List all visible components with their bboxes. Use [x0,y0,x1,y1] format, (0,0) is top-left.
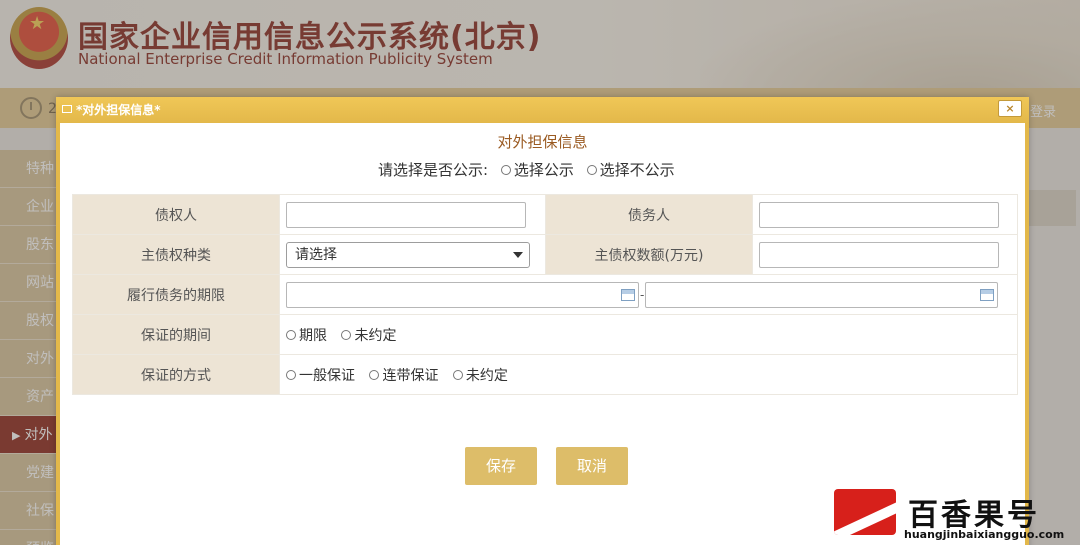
claim-type-label: 主债权种类 [72,234,280,275]
form-heading: 对外担保信息 [497,133,588,151]
term-end-date-input[interactable] [645,281,999,308]
publish-prompt: 请选择是否公示: [378,161,489,179]
guarantee-method-label: 保证的方式 [72,354,280,395]
publish-choice-row: 请选择是否公示: 选择公示 选择不公示 [378,159,675,180]
dialog-title: *对外担保信息* [76,103,161,117]
watermark-url: huangjinbaixiangguo.com [904,528,1065,541]
period-unspecified-option[interactable]: 未约定 [341,328,396,344]
watermark-logo-icon [834,489,896,535]
calendar-icon[interactable] [621,288,635,301]
debtor-label: 债务人 [545,194,753,235]
method-general-option[interactable]: 一般保证 [286,368,355,384]
creditor-input[interactable] [286,201,526,228]
guarantee-dialog: *对外担保信息* × 对外担保信息 请选择是否公示: 选择公示 选择不公示 债权… [56,97,1029,545]
term-start-date-input[interactable] [286,281,639,308]
term-label: 履行债务的期限 [72,274,280,315]
close-button[interactable]: × [998,100,1022,117]
dialog-titlebar[interactable]: *对外担保信息* × [56,97,1029,123]
radio-button[interactable] [452,369,463,380]
period-term-option[interactable]: 期限 [286,328,327,344]
debtor-input[interactable] [759,201,999,228]
no-publish-option[interactable]: 选择不公示 [586,161,675,179]
claim-amount-label: 主债权数额(万元) [545,234,753,275]
claim-type-select[interactable]: 请选择 [286,241,530,268]
radio-button[interactable] [286,369,296,380]
radio-button[interactable] [286,329,296,340]
document-icon [62,105,72,113]
radio-button[interactable] [369,369,380,380]
radio-button[interactable] [586,164,597,175]
calendar-icon[interactable] [980,288,995,301]
date-range-separator: - [640,287,645,302]
dropdown-arrow-icon [513,251,523,258]
guarantee-period-label: 保证的期间 [72,314,280,355]
save-button[interactable]: 保存 [465,447,537,485]
method-joint-option[interactable]: 连带保证 [369,368,438,384]
cancel-button[interactable]: 取消 [556,447,628,485]
guarantee-form: 债权人 债务人 主债权种类 请选择 主债权数额(万元) 履行债务的期限 - 保证… [72,194,1018,395]
claim-amount-input[interactable] [759,241,999,268]
claim-type-value: 请选择 [295,246,337,263]
method-unspecified-option[interactable]: 未约定 [452,368,508,384]
creditor-label: 债权人 [72,194,280,235]
radio-button[interactable] [341,329,352,340]
radio-button[interactable] [500,164,511,175]
publish-option[interactable]: 选择公示 [500,161,574,179]
